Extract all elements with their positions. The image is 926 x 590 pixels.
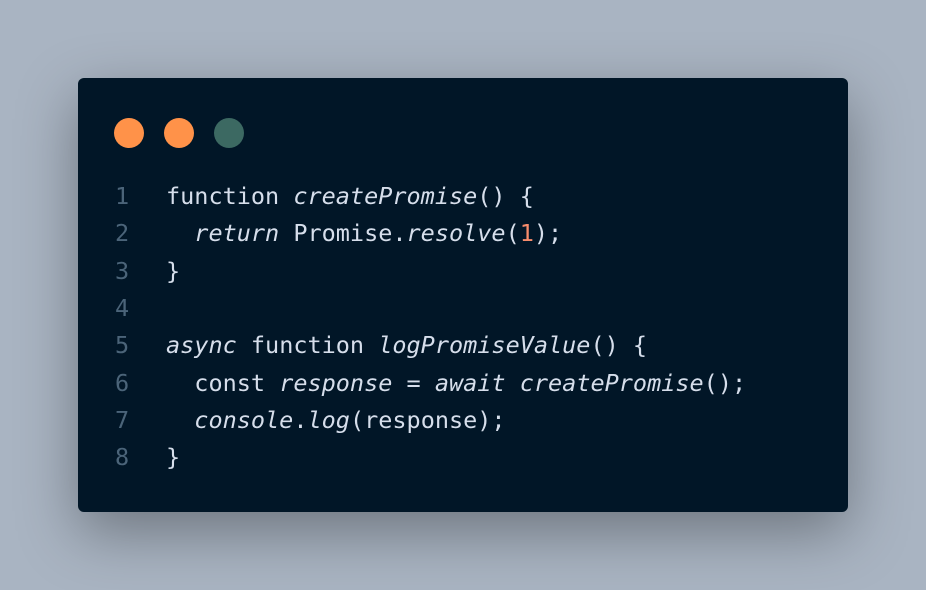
maximize-dot[interactable]: [214, 118, 244, 148]
code-text: }: [166, 439, 180, 476]
code-line: 7 console.log(response);: [78, 402, 848, 439]
code-token: return: [194, 219, 280, 247]
code-token: 1: [519, 219, 534, 247]
code-window: 1 function createPromise() {2 return Prom…: [78, 78, 848, 512]
code-line: 3}: [78, 253, 848, 290]
code-token: createPromise: [519, 369, 704, 397]
code-token: (: [505, 219, 520, 247]
code-token: logPromiseValue: [378, 331, 591, 359]
minimize-dot[interactable]: [164, 118, 194, 148]
code-text: console.log(response);: [166, 402, 506, 439]
code-line: 4: [78, 290, 848, 327]
line-number: 7: [115, 406, 130, 434]
line-number: 5: [115, 331, 130, 359]
code-text: }: [166, 253, 180, 290]
code-token: await: [434, 369, 506, 397]
code-line: 2 return Promise.resolve(1);: [78, 215, 848, 252]
code-text: const response = await createPromise();: [166, 365, 746, 402]
code-text: function createPromise() {: [166, 178, 534, 215]
code-token: log: [307, 406, 350, 434]
code-text: return Promise.resolve(1);: [166, 215, 562, 252]
code-token: .: [293, 406, 308, 434]
code-token: const: [166, 369, 280, 397]
code-token: () {: [477, 182, 534, 210]
code-token: resolve: [406, 219, 506, 247]
code-token: ();: [703, 369, 747, 397]
code-token: function: [236, 331, 379, 359]
code-token: () {: [590, 331, 648, 359]
code-line: 6 const response = await createPromise()…: [78, 365, 848, 402]
code-text: async function logPromiseValue() {: [166, 327, 647, 364]
close-dot[interactable]: [114, 118, 144, 148]
code-line: 5 async function logPromiseValue() {: [78, 327, 848, 364]
code-token: =: [392, 369, 435, 397]
line-number: 3: [115, 257, 130, 285]
code-token: console: [194, 406, 294, 434]
code-token: function: [166, 182, 294, 210]
line-number: 6: [115, 369, 130, 397]
line-number: 2: [115, 219, 130, 247]
line-number: 4: [115, 294, 130, 322]
code-token: (response);: [349, 406, 506, 434]
code-token: );: [533, 219, 563, 247]
code-token: }: [166, 443, 181, 471]
code-token: response: [279, 369, 393, 397]
code-token: }: [166, 257, 181, 285]
line-number: 1: [115, 182, 130, 210]
code-token: createPromise: [293, 182, 478, 210]
code-line: 8}: [78, 439, 848, 476]
line-number: 8: [115, 443, 130, 471]
code-token: Promise.: [279, 219, 407, 247]
code-token: async: [166, 331, 237, 359]
code-line: 1 function createPromise() {: [78, 178, 848, 215]
